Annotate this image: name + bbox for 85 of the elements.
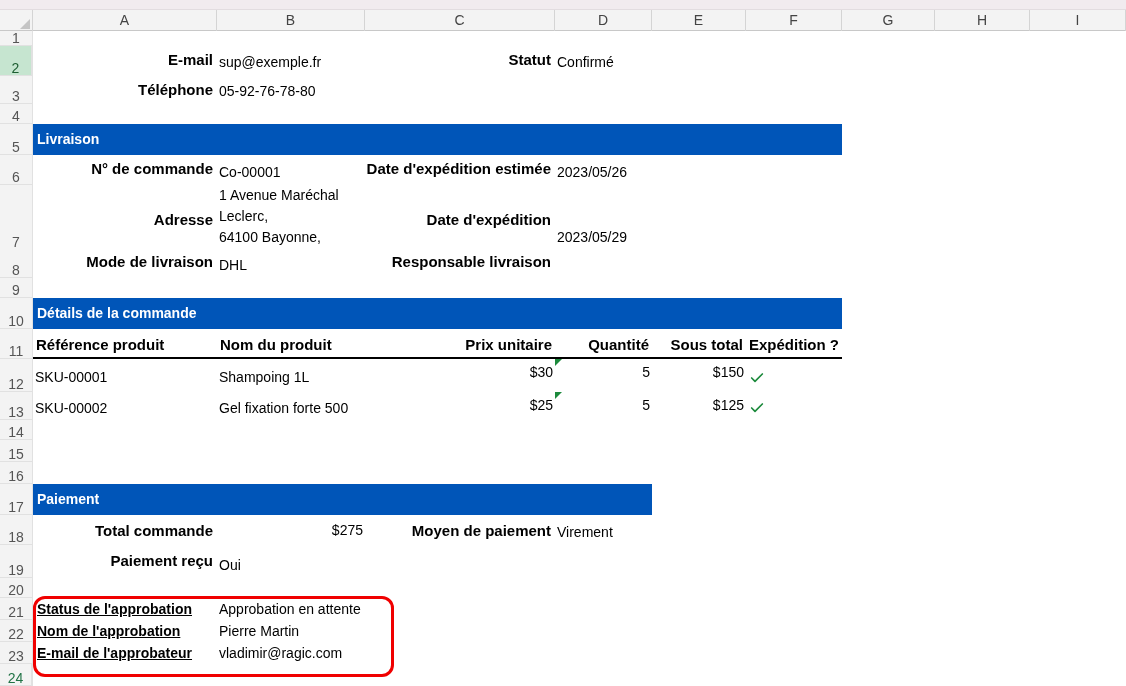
row-header[interactable]: 2 [0,46,33,76]
cell-value: 5 [642,363,650,382]
row-header[interactable]: 21 [0,598,33,620]
field-label: Moyen de paiement [411,521,551,541]
cell-value: Shampoing 1L [219,368,310,387]
row-header[interactable]: 7 [0,185,33,250]
row-header[interactable]: 3 [0,76,33,104]
field-label: E-mail [168,50,213,70]
field-label: Téléphone [138,80,213,100]
error-indicator-icon[interactable] [555,359,562,366]
row-header[interactable]: 15 [0,440,33,462]
column-header[interactable]: E [652,10,746,31]
row-header[interactable]: 20 [0,578,33,598]
column-heading: Quantité [588,334,649,355]
column-header[interactable]: C [365,10,555,31]
field-label: Date d'expédition estimée [366,159,551,179]
column-header[interactable]: H [935,10,1030,31]
row-header[interactable]: 10 [0,298,33,329]
section-header: Détails de la commande [33,298,842,329]
row-header[interactable]: 9 [0,278,33,298]
column-heading: Nom du produit [220,334,332,355]
approval-label: E-mail de l'approbateur [37,643,193,663]
column-header[interactable]: A [33,10,217,31]
row-header[interactable]: 11 [0,329,33,359]
cell-value: sup@exemple.fr [219,53,322,72]
column-header[interactable]: D [555,10,652,31]
row-header[interactable]: 19 [0,545,33,578]
field-label: Paiement reçu [110,551,213,571]
row-header[interactable]: 13 [0,392,33,420]
approval-value: vladimir@ragic.com [219,643,343,663]
column-heading: Sous total [670,334,743,355]
cell-value: SKU-00002 [35,398,108,418]
column-heading: Référence produit [36,334,165,355]
row-header[interactable]: 16 [0,462,33,484]
column-header[interactable]: F [746,10,842,31]
row-header[interactable]: 1 [0,31,33,46]
field-label: N° de commande [91,159,213,179]
cell-value: 2023/05/26 [557,163,628,182]
approval-label: Status de l'approbation [37,599,192,619]
cell-value: $125 [712,396,744,415]
cell-value: $25 [529,396,553,415]
row-header[interactable]: 4 [0,104,33,124]
column-heading: Prix unitaire [465,334,552,355]
field-label: Total commande [94,521,213,541]
row-header[interactable]: 12 [0,359,33,392]
cell-value: 05-92-76-78-80 [219,82,316,101]
row-header[interactable]: 8 [0,248,33,278]
row-header[interactable]: 5 [0,124,33,155]
cell-value: Gel fixation forte 500 [219,398,349,418]
field-label: Mode de livraison [86,252,213,272]
address-line: 64100 Bayonne, [219,228,322,247]
row-header[interactable]: 17 [0,484,33,515]
column-header[interactable]: G [842,10,935,31]
approval-label: Nom de l'approbation [37,621,181,641]
column-heading: Expédition ? [749,334,839,355]
cell-value: DHL [219,256,247,275]
section-header: Paiement [33,484,652,515]
row-header[interactable]: 24 [0,664,33,686]
row-header[interactable]: 22 [0,620,33,642]
cell-value: SKU-00001 [35,368,108,387]
section-header: Livraison [33,124,842,155]
error-indicator-icon[interactable] [555,392,562,399]
field-label: Statut [508,50,551,70]
field-label: Adresse [153,210,213,231]
row-header[interactable]: 6 [0,155,33,185]
cell-value: 5 [642,396,650,415]
field-label: Responsable livraison [391,252,551,272]
column-header[interactable]: B [217,10,365,31]
approval-value: Pierre Martin [219,621,300,641]
cell-value: Oui [219,556,241,575]
row-header[interactable]: 18 [0,515,33,545]
address-line: 1 Avenue Maréchal [219,186,340,205]
row-header[interactable]: 14 [0,420,33,440]
column-header[interactable]: I [1030,10,1126,31]
cell-value: 2023/05/29 [557,228,628,247]
cell-value: $150 [712,363,744,382]
address-line: Leclerc, [219,207,270,226]
row-header[interactable]: 23 [0,642,33,664]
cell-value: $275 [331,521,363,540]
cell-value: Virement [557,523,613,542]
approval-value: Approbation en attente [219,599,361,619]
field-label: Date d'expédition [426,210,551,231]
cell-value: Co-00001 [219,163,281,182]
cell-value: $30 [529,363,553,382]
cell-value: Confirmé [557,53,614,72]
